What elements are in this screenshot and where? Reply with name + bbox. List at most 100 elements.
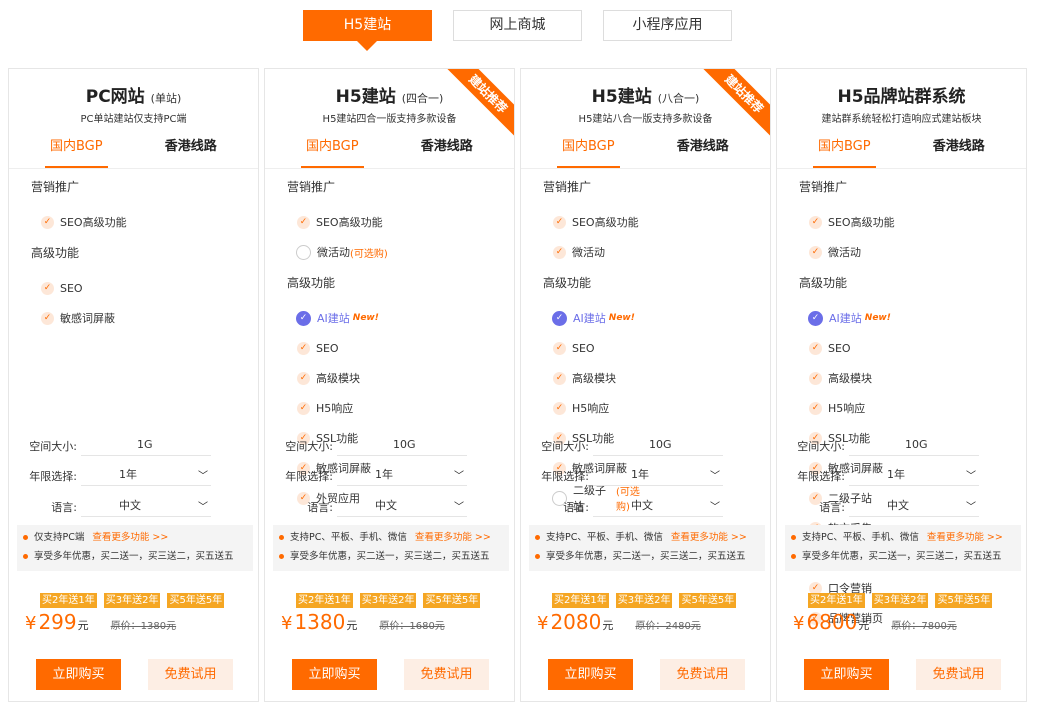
language-select[interactable]: 中文 ﹀ bbox=[849, 497, 979, 517]
plan-desc: PC单站建站仅支持PC端 bbox=[80, 114, 187, 125]
check-icon: ✓ bbox=[809, 401, 822, 415]
buy-now-button[interactable]: 立即购买 bbox=[36, 659, 121, 690]
check-icon: ✓ bbox=[553, 341, 566, 355]
tab-h5-site[interactable]: H5建站 bbox=[303, 10, 432, 51]
marketing-heading: 营销推广 bbox=[799, 180, 848, 194]
year-value: 1年 bbox=[887, 468, 905, 481]
year-label: 年限选择: bbox=[541, 470, 589, 483]
more-features-link[interactable]: 查看更多功能 >> bbox=[927, 532, 1003, 543]
check-icon: ✓ bbox=[809, 245, 822, 259]
price-unit: 元 bbox=[346, 619, 358, 632]
bullet-icon bbox=[535, 554, 540, 559]
feature-item: ✓ SEO高级功能 bbox=[31, 207, 141, 237]
tab-hongkong-line[interactable]: 香港线路 bbox=[134, 130, 249, 168]
check-icon: ✓ bbox=[553, 215, 566, 229]
feature-label: AI建站 bbox=[573, 312, 606, 325]
feature-item: ✓ 微活动 bbox=[543, 237, 653, 267]
plan-name: H5建站 bbox=[591, 87, 652, 107]
chevron-down-icon: ﹀ bbox=[198, 471, 208, 482]
year-select[interactable]: 1年 ﹀ bbox=[593, 466, 723, 486]
price: ¥1380 bbox=[281, 610, 346, 634]
promo-badge: 买2年送1年 bbox=[296, 593, 353, 608]
feature-item: ✓ 高级模块 bbox=[287, 363, 397, 393]
options-form: 空间大小: 10G 年限选择: 1年 ﹀ 语言: 中文 ﹀ bbox=[521, 431, 770, 522]
check-icon: ✓ bbox=[297, 401, 310, 415]
buy-now-button[interactable]: 立即购买 bbox=[548, 659, 633, 690]
plan-title: PC网站 (单站) bbox=[9, 82, 258, 107]
check-icon: ✓ bbox=[553, 401, 566, 415]
feature-item: ✓ SEO高级功能 bbox=[799, 207, 909, 237]
tab-domestic-bgp[interactable]: 国内BGP bbox=[531, 130, 646, 168]
chevron-down-icon: ﹀ bbox=[966, 471, 976, 482]
language-select[interactable]: 中文 ﹀ bbox=[81, 497, 211, 517]
feature-label: SEO bbox=[316, 341, 339, 355]
check-icon: ✓ bbox=[809, 341, 822, 355]
free-trial-button[interactable]: 免费试用 bbox=[404, 659, 489, 690]
plan-subtitle: (单站) bbox=[150, 92, 182, 105]
free-trial-button[interactable]: 免费试用 bbox=[916, 659, 1001, 690]
chevron-down-icon: ﹀ bbox=[966, 502, 976, 513]
promo-badge: 买3年送2年 bbox=[359, 593, 417, 608]
language-label: 语言: bbox=[51, 501, 77, 514]
feature-item: ✓ AI建站 New! bbox=[287, 303, 397, 333]
plan-desc: 建站群系统轻松打造响应式建站板块 bbox=[821, 114, 982, 125]
ai-check-icon: ✓ bbox=[552, 310, 567, 326]
original-price: 原价：2480元 bbox=[635, 621, 701, 632]
bullet-icon bbox=[23, 554, 28, 559]
promo-list: 买2年送1年 买3年送2年 买5年送5年 bbox=[808, 593, 993, 608]
feature-item[interactable]: 微活动 (可选购) bbox=[287, 237, 397, 267]
tab-hongkong-line[interactable]: 香港线路 bbox=[646, 130, 761, 168]
price-value: 1380 bbox=[294, 610, 346, 634]
feature-label: H5响应 bbox=[828, 402, 866, 415]
promo-badge: 买2年送1年 bbox=[40, 593, 97, 608]
check-icon: ✓ bbox=[553, 371, 566, 385]
feature-label: SEO bbox=[828, 341, 851, 355]
space-label: 空间大小: bbox=[29, 440, 77, 453]
feature-label: AI建站 bbox=[829, 312, 862, 325]
language-select[interactable]: 中文 ﹀ bbox=[593, 497, 723, 517]
empty-circle-icon[interactable] bbox=[296, 244, 311, 260]
year-label: 年限选择: bbox=[285, 470, 333, 483]
check-icon: ✓ bbox=[297, 341, 310, 355]
note-discount: 享受多年优惠，买二送一，买三送二，买五送五 bbox=[34, 551, 234, 562]
buy-now-button[interactable]: 立即购买 bbox=[292, 659, 377, 690]
feature-item: ✓ SEO bbox=[543, 333, 653, 363]
tab-hongkong-line[interactable]: 香港线路 bbox=[390, 130, 505, 168]
tab-domestic-bgp[interactable]: 国内BGP bbox=[275, 130, 390, 168]
feature-label: AI建站 bbox=[317, 312, 350, 325]
year-select[interactable]: 1年 ﹀ bbox=[337, 466, 467, 486]
feature-label: 高级模块 bbox=[572, 372, 616, 385]
plan-name: H5建站 bbox=[335, 87, 396, 107]
year-label: 年限选择: bbox=[29, 470, 77, 483]
tab-hongkong-line[interactable]: 香港线路 bbox=[902, 130, 1017, 168]
more-features-link[interactable]: 查看更多功能 >> bbox=[415, 532, 491, 543]
feature-item: ✓ SEO bbox=[799, 333, 909, 363]
more-features-link[interactable]: 查看更多功能 >> bbox=[92, 532, 168, 543]
check-icon: ✓ bbox=[41, 281, 54, 295]
plan-desc: H5建站八合一版支持多款设备 bbox=[578, 114, 713, 125]
buy-now-button[interactable]: 立即购买 bbox=[804, 659, 889, 690]
tab-online-store[interactable]: 网上商城 bbox=[453, 10, 582, 41]
space-label: 空间大小: bbox=[797, 440, 845, 453]
year-select[interactable]: 1年 ﹀ bbox=[81, 466, 211, 486]
year-select[interactable]: 1年 ﹀ bbox=[849, 466, 979, 486]
space-value: 10G bbox=[593, 436, 723, 456]
feature-label: SEO高级功能 bbox=[60, 216, 127, 229]
tab-domestic-bgp[interactable]: 国内BGP bbox=[19, 130, 134, 168]
promo-badge: 买2年送1年 bbox=[808, 593, 865, 608]
space-value: 10G bbox=[337, 436, 467, 456]
price-row: ¥2080 元 原价：2480元 bbox=[537, 610, 701, 634]
pricing-cards: PC网站 (单站) PC单站建站仅支持PC端 国内BGP 香港线路 营销推广 ✓ … bbox=[8, 68, 1027, 702]
feature-label: SEO高级功能 bbox=[828, 216, 895, 229]
check-icon: ✓ bbox=[809, 371, 822, 385]
pricing-card: 建站推荐 H5建站 (四合一) H5建站四合一版支持多款设备 国内BGP 香港线路… bbox=[264, 68, 515, 702]
check-icon: ✓ bbox=[297, 215, 310, 229]
line-tabs: 国内BGP 香港线路 bbox=[265, 130, 514, 169]
more-features-link[interactable]: 查看更多功能 >> bbox=[671, 532, 747, 543]
tab-domestic-bgp[interactable]: 国内BGP bbox=[787, 130, 902, 168]
feature-item: ✓ H5响应 bbox=[799, 393, 909, 423]
free-trial-button[interactable]: 免费试用 bbox=[660, 659, 745, 690]
free-trial-button[interactable]: 免费试用 bbox=[148, 659, 233, 690]
tab-mini-program[interactable]: 小程序应用 bbox=[603, 10, 732, 41]
language-select[interactable]: 中文 ﹀ bbox=[337, 497, 467, 517]
